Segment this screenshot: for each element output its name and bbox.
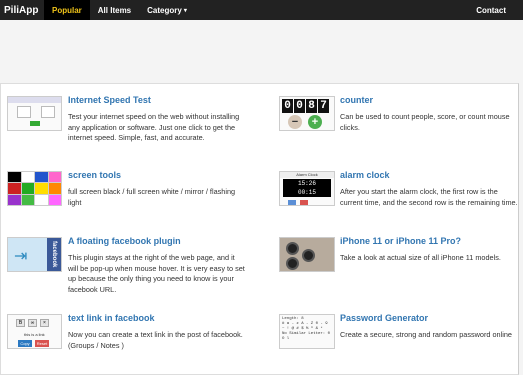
app-desc: full screen black / full screen white / … (68, 187, 236, 207)
color-swatch (21, 183, 34, 194)
color-swatch (48, 194, 61, 205)
app-desc: Take a look at actual size of all iPhone… (340, 253, 501, 262)
nav-category-label: Category (147, 5, 182, 15)
app-card-facebook-plugin[interactable]: ⇥ facebook A floating facebook plugin Th… (1, 225, 251, 295)
nav-all-items[interactable]: All Items (90, 0, 139, 20)
app-list-panel: Internet Speed Test Test your internet s… (0, 83, 519, 375)
counter-digit: 8 (306, 99, 317, 113)
color-swatch (48, 172, 61, 183)
navbar: PiliApp Popular All Items Category ▾ Cont… (0, 0, 523, 20)
app-desc: This plugin stays at the right of the we… (68, 253, 245, 294)
password-generator-thumbnail[interactable]: Length: 8 # a - z A - Z 0 - 9 ~ ! @ # $ … (279, 314, 335, 349)
sample-link-text: this is a link (24, 332, 45, 337)
camera-lens-icon (286, 257, 299, 270)
alarm-time: 15:26 (297, 180, 316, 187)
arrow-expand-icon: ⇥ (14, 248, 28, 265)
copy-button: Copy (18, 340, 32, 347)
reset-button: Reset (35, 340, 49, 347)
app-title[interactable]: iPhone 11 or iPhone 11 Pro? (340, 236, 461, 246)
camera-lens-icon (286, 242, 299, 255)
color-swatch (8, 194, 21, 205)
chevron-down-icon: ▾ (183, 7, 187, 14)
unlink-icon: × (40, 319, 49, 327)
app-card-screen-tools[interactable]: screen tools full screen black / full sc… (1, 159, 251, 229)
alarm-header: Alarm Clock (280, 172, 334, 178)
counter-digit: 0 (294, 99, 305, 113)
bold-icon: B (16, 319, 25, 327)
app-title[interactable]: A floating facebook plugin (68, 236, 181, 246)
pw-similar: No Similar Letter: 0 O l (282, 332, 331, 341)
app-title[interactable]: Password Generator (340, 313, 428, 323)
app-card-iphone11[interactable]: iPhone 11 or iPhone 11 Pro? Take a look … (273, 225, 523, 295)
app-card-password-generator[interactable]: Length: 8 # a - z A - Z 0 - 9 ~ ! @ # $ … (273, 302, 523, 372)
app-desc: Now you can create a text link in the po… (68, 330, 243, 350)
color-swatch (8, 183, 21, 194)
counter-digit: 7 (318, 99, 329, 113)
facebook-plugin-thumbnail[interactable]: ⇥ facebook (7, 237, 62, 272)
color-swatch (48, 183, 61, 194)
app-desc: Can be used to count people, score, or c… (340, 112, 510, 132)
nav-popular[interactable]: Popular (44, 0, 90, 20)
screen-tools-thumbnail[interactable] (7, 171, 62, 206)
camera-lens-icon (302, 249, 315, 262)
app-desc: Test your internet speed on the web with… (68, 112, 240, 142)
color-swatch (21, 172, 34, 183)
brand-logo[interactable]: PiliApp (0, 5, 44, 16)
app-card-alarm-clock[interactable]: Alarm Clock 15:26 00:15 alarm clock Afte… (273, 159, 523, 229)
app-title[interactable]: alarm clock (340, 170, 390, 180)
minus-icon: − (288, 115, 302, 129)
color-swatch (35, 194, 48, 205)
app-title[interactable]: screen tools (68, 170, 121, 180)
app-title[interactable]: counter (340, 95, 373, 105)
counter-digit: 0 (282, 99, 293, 113)
app-title[interactable]: text link in facebook (68, 313, 155, 323)
iphone-camera-thumbnail[interactable] (279, 237, 335, 272)
app-desc: Create a secure, strong and random passw… (340, 330, 512, 339)
nav-contact[interactable]: Contact (476, 6, 523, 15)
app-title[interactable]: Internet Speed Test (68, 95, 151, 105)
facebook-tab-label: facebook (47, 238, 61, 271)
app-desc: After you start the alarm clock, the fir… (340, 187, 518, 207)
text-link-thumbnail[interactable]: B ∞ × this is a link Copy Reset (7, 314, 62, 349)
color-swatch (35, 172, 48, 183)
color-swatch (35, 183, 48, 194)
app-card-counter[interactable]: 0 0 8 7 − + counter Can be used to count… (273, 84, 523, 154)
color-swatch (21, 194, 34, 205)
alarm-clock-thumbnail[interactable]: Alarm Clock 15:26 00:15 (279, 171, 335, 206)
nav-category[interactable]: Category ▾ (139, 0, 195, 20)
alarm-remaining: 00:15 (297, 189, 316, 196)
app-card-speed-test[interactable]: Internet Speed Test Test your internet s… (1, 84, 251, 154)
counter-thumbnail[interactable]: 0 0 8 7 − + (279, 96, 335, 131)
color-swatch (8, 172, 21, 183)
plus-icon: + (308, 115, 322, 129)
speed-test-thumbnail[interactable] (7, 96, 62, 131)
app-card-text-link[interactable]: B ∞ × this is a link Copy Reset text lin… (1, 302, 251, 372)
link-icon: ∞ (28, 319, 37, 327)
